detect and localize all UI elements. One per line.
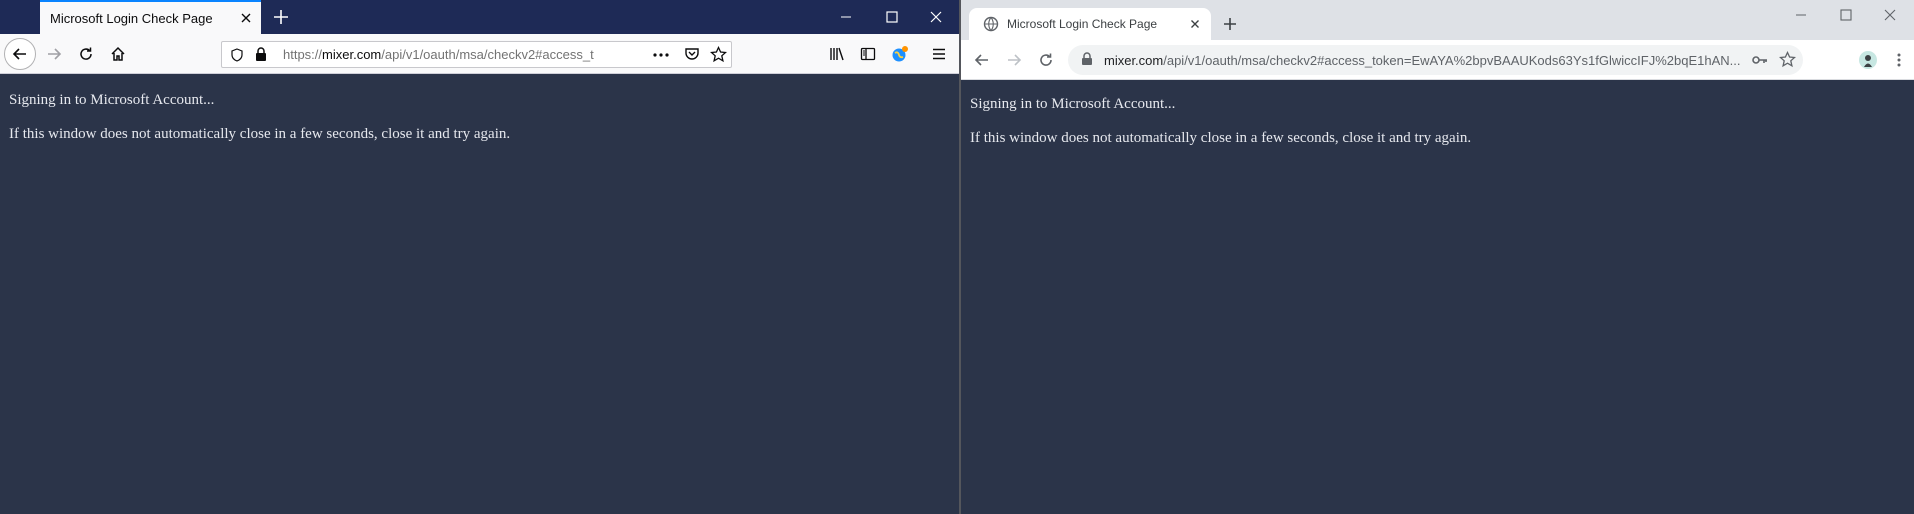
sidebar-button[interactable] (854, 40, 882, 68)
lock-icon[interactable] (1081, 52, 1093, 71)
reload-icon (1040, 53, 1052, 66)
firefox-window: Microsoft Login Check Page https://mixer… (0, 0, 959, 514)
signing-in-message: Signing in to Microsoft Account... (970, 96, 1176, 112)
forward-arrow-icon (48, 48, 62, 60)
maximize-icon[interactable] (1823, 0, 1869, 30)
chrome-tab-bar: Microsoft Login Check Page (961, 0, 1914, 40)
back-arrow-icon (974, 54, 988, 66)
address-bar[interactable]: https://mixer.com/api/v1/oauth/msa/check… (221, 41, 732, 68)
library-button[interactable] (823, 40, 851, 68)
reload-icon (80, 47, 92, 60)
maximize-icon[interactable] (869, 0, 915, 34)
home-icon (111, 46, 125, 61)
close-window-icon[interactable] (1867, 0, 1913, 30)
firefox-page-content: Signing in to Microsoft Account... If th… (0, 75, 959, 514)
lock-icon[interactable] (254, 47, 268, 67)
chrome-page-content: Signing in to Microsoft Account... If th… (961, 81, 1914, 514)
close-tab-icon[interactable] (1187, 16, 1203, 32)
sidebar-icon (860, 47, 876, 61)
url-text[interactable]: https://mixer.com/api/v1/oauth/msa/check… (283, 47, 643, 62)
close-window-icon[interactable] (913, 0, 959, 34)
close-tab-icon[interactable] (237, 9, 255, 27)
bookmark-star-icon[interactable] (709, 45, 728, 67)
back-button[interactable] (4, 38, 36, 70)
minimize-icon[interactable] (1778, 0, 1824, 30)
firefox-toolbar: https://mixer.com/api/v1/oauth/msa/check… (0, 34, 959, 74)
shield-icon[interactable] (230, 48, 244, 67)
forward-arrow-icon (1008, 54, 1022, 66)
chrome-window: Microsoft Login Check Page mixer.com/api… (961, 0, 1914, 514)
profile-button[interactable] (1856, 48, 1880, 72)
chrome-tab[interactable]: Microsoft Login Check Page (969, 8, 1211, 40)
avatar-icon (1859, 51, 1877, 69)
firefox-tab[interactable]: Microsoft Login Check Page (40, 0, 261, 34)
chrome-menu-button[interactable] (1887, 48, 1911, 72)
back-arrow-icon (12, 48, 26, 60)
close-window-instruction: If this window does not automatically cl… (970, 130, 1472, 146)
new-tab-icon[interactable] (270, 6, 292, 28)
forward-button[interactable] (1002, 48, 1026, 72)
pocket-icon[interactable] (684, 46, 700, 67)
extension-button[interactable] (886, 40, 914, 68)
bookmark-star-icon[interactable] (1778, 50, 1797, 73)
reload-button[interactable] (72, 40, 100, 68)
page-actions-icon[interactable] (652, 46, 670, 67)
hamburger-menu-icon (933, 48, 945, 60)
signing-in-message: Signing in to Microsoft Account... (9, 92, 215, 108)
firefox-tab-bar: Microsoft Login Check Page (0, 0, 959, 34)
kebab-menu-icon (1897, 53, 1901, 67)
forward-button[interactable] (40, 40, 68, 68)
key-icon[interactable] (1752, 53, 1768, 72)
minimize-icon[interactable] (823, 0, 869, 34)
chrome-tab-title: Microsoft Login Check Page (1007, 17, 1158, 31)
globe-icon (983, 16, 999, 32)
new-tab-icon[interactable] (1220, 14, 1240, 34)
close-window-instruction: If this window does not automatically cl… (9, 126, 511, 142)
library-icon (830, 47, 844, 61)
omnibox[interactable]: mixer.com/api/v1/oauth/msa/checkv2#acces… (1068, 45, 1803, 75)
back-button[interactable] (970, 48, 994, 72)
reload-button[interactable] (1034, 48, 1058, 72)
url-text[interactable]: mixer.com/api/v1/oauth/msa/checkv2#acces… (1104, 53, 1744, 68)
chrome-toolbar: mixer.com/api/v1/oauth/msa/checkv2#acces… (961, 40, 1914, 80)
home-button[interactable] (104, 40, 132, 68)
extension-globe-icon (892, 46, 908, 62)
app-menu-button[interactable] (925, 40, 953, 68)
firefox-tab-title: Microsoft Login Check Page (50, 11, 213, 26)
